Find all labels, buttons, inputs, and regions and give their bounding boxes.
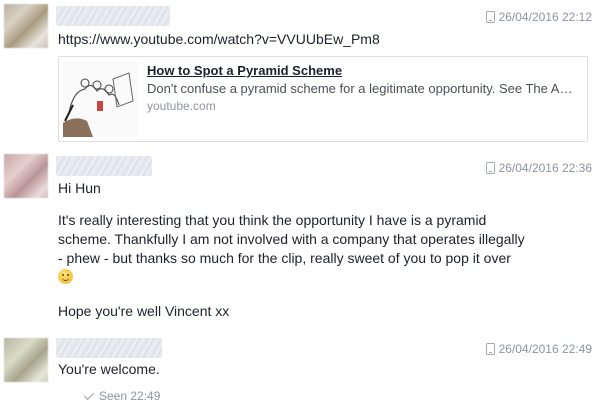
timestamp-text: 26/04/2016 22:49 — [498, 342, 592, 356]
message-timestamp: 26/04/2016 22:12 — [485, 10, 592, 24]
greeting-text: Hi Hun — [58, 180, 101, 196]
card-domain: youtube.com — [147, 99, 216, 113]
message-timestamp: 26/04/2016 22:36 — [485, 161, 592, 175]
sender-name-redacted[interactable] — [56, 156, 152, 176]
video-thumbnail[interactable] — [63, 61, 137, 137]
message-text: You're welcome. — [58, 360, 160, 379]
link-preview-card[interactable]: How to Spot a Pyramid Scheme Don't confu… — [58, 56, 588, 142]
reply-text: You're welcome. — [58, 361, 160, 377]
message-signoff: Hope you're well Vincent xx — [58, 302, 229, 321]
seen-text: Seen 22:49 — [99, 389, 161, 403]
phone-icon — [485, 162, 495, 174]
message-body: It's really interesting that you think t… — [58, 211, 528, 287]
message-3: 26/04/2016 22:49 You're welcome. — [0, 334, 600, 418]
thumbnail-sketch-image — [63, 61, 137, 137]
sender-name-redacted[interactable] — [56, 338, 162, 358]
card-description: Don't confuse a pyramid scheme for a leg… — [147, 81, 579, 96]
message-greeting: Hi Hun — [58, 179, 101, 198]
message-url[interactable]: https://www.youtube.com/watch?v=VVUUbEw_… — [58, 30, 380, 49]
phone-icon — [485, 11, 495, 23]
youtube-link[interactable]: https://www.youtube.com/watch?v=VVUUbEw_… — [58, 31, 380, 47]
seen-indicator: Seen 22:49 — [84, 389, 161, 403]
avatar[interactable] — [4, 154, 48, 198]
message-1: 26/04/2016 22:12 https://www.youtube.com… — [0, 0, 600, 145]
avatar[interactable] — [4, 338, 48, 382]
smiley-icon — [58, 269, 73, 284]
message-2: 26/04/2016 22:36 Hi Hun It's really inte… — [0, 150, 600, 330]
sender-name-redacted[interactable] — [56, 6, 170, 26]
timestamp-text: 26/04/2016 22:12 — [498, 10, 592, 24]
check-icon — [84, 389, 95, 400]
body-text: It's really interesting that you think t… — [58, 212, 525, 266]
signoff-text: Hope you're well Vincent xx — [58, 303, 230, 319]
avatar[interactable] — [4, 4, 48, 48]
card-title[interactable]: How to Spot a Pyramid Scheme — [147, 63, 342, 78]
message-timestamp: 26/04/2016 22:49 — [485, 342, 592, 356]
timestamp-text: 26/04/2016 22:36 — [498, 161, 592, 175]
phone-icon — [485, 343, 495, 355]
